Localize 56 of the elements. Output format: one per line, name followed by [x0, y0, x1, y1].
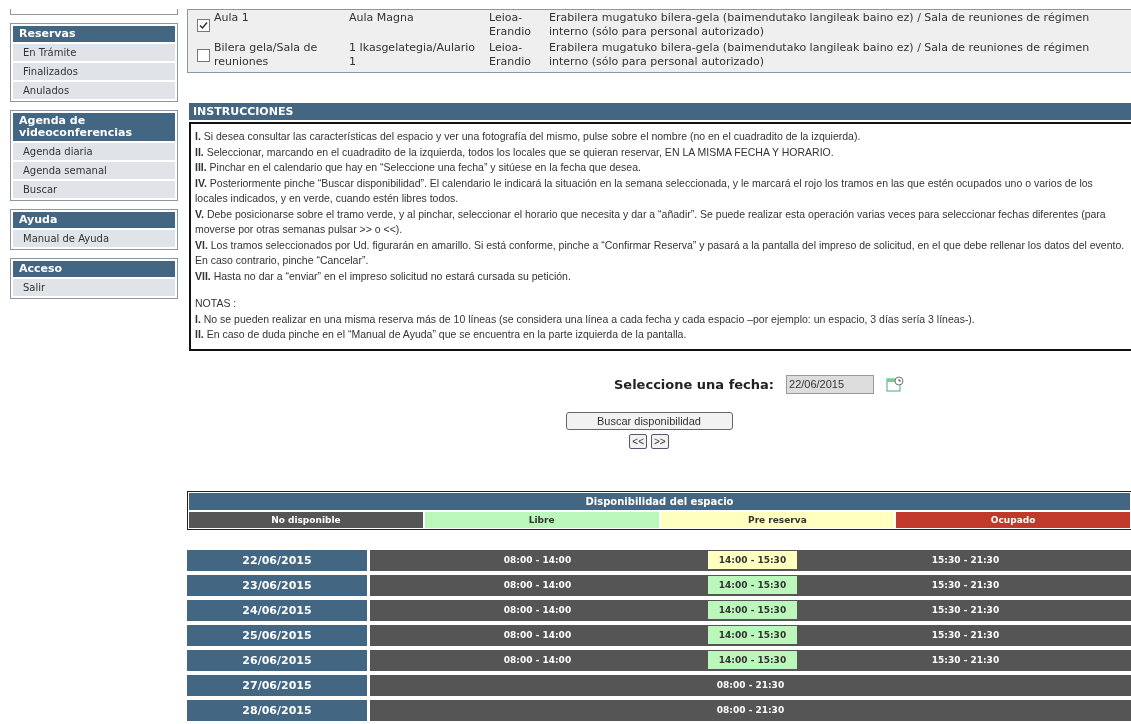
- calendar-icon[interactable]: [886, 376, 905, 392]
- date-cell: 24/06/2015: [187, 599, 367, 621]
- menu-link[interactable]: Salir: [13, 279, 175, 296]
- menu-link[interactable]: Agenda semanal: [13, 162, 175, 179]
- notes-heading: NOTAS :: [195, 296, 238, 311]
- date-cell: 28/06/2015: [187, 699, 367, 721]
- campus-cell-text: Leioa-Erandio: [489, 11, 532, 39]
- date-field[interactable]: 22/06/2015: [786, 374, 875, 394]
- building-cell-text: Aula Magna: [349, 11, 415, 25]
- checkbox[interactable]: [197, 49, 210, 62]
- building-cell-text: 1 Ikasgelategia/Aulario 1: [349, 41, 477, 69]
- date-cell: 23/06/2015: [187, 574, 367, 596]
- date-cell: 22/06/2015: [187, 549, 367, 571]
- date-label: Seleccione una fecha:: [613, 376, 775, 392]
- note-text: II. En caso de duda pinche en el “Manual de Ayuda” que se encuentra en la parte izquierda de la pantalla.: [195, 327, 688, 342]
- menu-link[interactable]: Anulados: [13, 82, 175, 99]
- legend-item: Libre: [424, 511, 659, 528]
- instruction-text: I. Si desea consultar las características del espacio y ver una fotografía del mismo, pulse sobre el nombre (no en el cuadradito de la izquierda).: [195, 129, 862, 144]
- menu-link[interactable]: En Trámite: [13, 44, 175, 61]
- menu-heading: Acceso: [13, 261, 175, 277]
- legend-item: Ocupado: [896, 511, 1130, 528]
- instruction-text: III. Pinchar en el calendario que hay en “Seleccione una fecha” y sitúese en la fecha que desea.: [195, 160, 642, 175]
- menu-link[interactable]: Agenda diaria: [13, 143, 175, 160]
- menu-heading: Agenda de videoconferencias: [13, 113, 175, 141]
- instruction-text: IV. Posteriormente pinche “Buscar disponibilidad”. El calendario le indicará la situación en la semana seleccionada, y le marcará el rojo los tramos en las que estén ocupados uno o varios de los locales indicados, y en verde, cuando estén libres todos.: [195, 175, 1094, 206]
- instruction-text: VII. Hasta no dar a “enviar” en el impreso solicitud no estará cursada su petición.: [195, 268, 572, 284]
- week-nav-button[interactable]: <<: [629, 433, 647, 449]
- legend-item: No disponible: [189, 511, 423, 528]
- menu-link[interactable]: Buscar: [13, 181, 175, 198]
- description-cell-text: Erabilera mugatuko bilera-gela (baimendutako langileak baino ez) / Sala de reuniones de régimen interno (sólo para personal autorizado): [549, 41, 1091, 69]
- date-cell: 27/06/2015: [187, 674, 367, 696]
- date-cell: 26/06/2015: [187, 649, 367, 671]
- time-slot[interactable]: 14:00 - 15:30: [708, 576, 797, 594]
- menu-link[interactable]: Manual de Ayuda: [13, 230, 175, 247]
- instruction-text: VI. Los tramos seleccionados por Ud. figurarán en amarillo. Si está conforme, pinche a “Confirmar Reserva” y pasará a la pantalla del impreso de solicitud, en el que debe rellenar los datos del evento. En caso contrario, pinche “Cancelar”.: [195, 237, 1126, 268]
- description-cell-text: Erabilera mugatuko bilera-gela (baimendutako langileak baino ez) / Sala de reuniones de régimen interno (sólo para personal autorizado): [549, 11, 1091, 39]
- time-slot[interactable]: 14:00 - 15:30: [708, 601, 797, 619]
- time-slot[interactable]: 14:00 - 15:30: [708, 651, 797, 669]
- week-nav-button[interactable]: >>: [651, 433, 669, 449]
- space-name[interactable]: Bilera gela/Sala de reuniones: [214, 41, 349, 69]
- date-cell: 25/06/2015: [187, 624, 367, 646]
- space-name[interactable]: Aula 1: [214, 11, 349, 25]
- availability-heading: Disponibilidad del espacio: [189, 492, 1130, 510]
- menu-link[interactable]: Finalizados: [13, 63, 175, 80]
- time-slot[interactable]: 14:00 - 15:30: [708, 551, 797, 569]
- campus-cell-text: Leioa-Erandio: [489, 41, 532, 69]
- legend-item: Pre reserva: [660, 511, 895, 528]
- time-slot[interactable]: 14:00 - 15:30: [708, 626, 797, 644]
- search-availability-button[interactable]: Buscar disponibilidad: [565, 411, 733, 430]
- instruction-text: II. Seleccionar, marcando en el cuadradito de la izquierda, todos los locales que se quieran reservar, EN LA MISMA FECHA Y HORARIO.: [195, 144, 835, 160]
- instructions-heading: INSTRUCCIONES: [189, 103, 1131, 120]
- note-text: I. No se pueden realizar en una misma reserva más de 10 líneas (se considera una línea a cada fecha y cada espacio –por ejemplo: un espacio, 3 días sería 3 líneas-).: [195, 311, 976, 327]
- menu-heading: Reservas: [13, 26, 175, 42]
- menu-heading: Ayuda: [13, 212, 175, 228]
- instruction-text: V. Debe posicionarse sobre el tramo verde, y al pinchar, seleccionar el horario que necesita y dar a “añadir”. Se puede realizar esta operación varias veces para seleccionar fechas diferentes (para moverse por otras semanas pulsar >> o <<).: [195, 206, 1107, 237]
- checkbox[interactable]: [197, 19, 210, 32]
